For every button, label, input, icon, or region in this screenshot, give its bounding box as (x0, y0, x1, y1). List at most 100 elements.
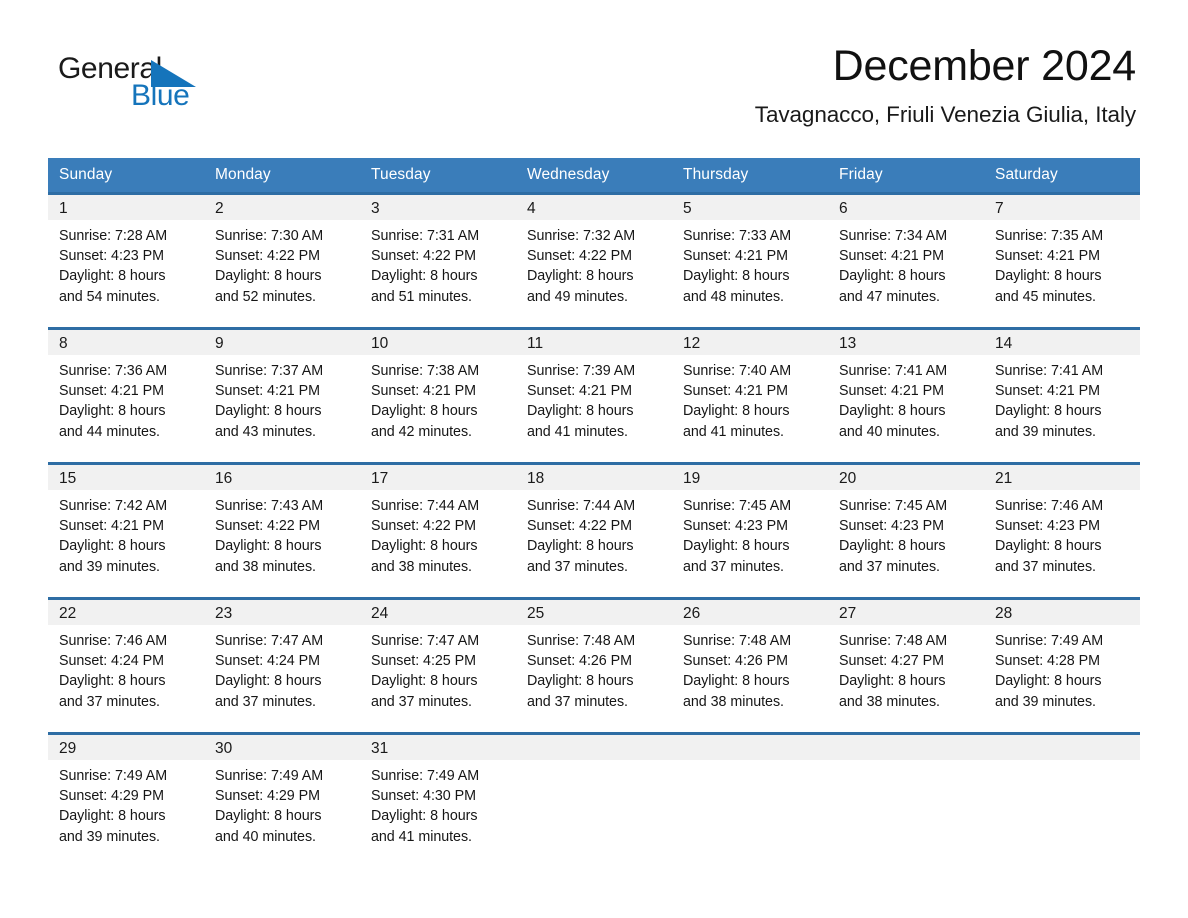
daylight-text-line2: and 37 minutes. (215, 693, 316, 710)
day-cell[interactable]: 26 Sunrise: 7:48 AM Sunset: 4:26 PM Dayligh… (672, 597, 828, 734)
day-cell[interactable]: 2 Sunrise: 7:30 AM Sunset: 4:22 PM Daylight… (204, 192, 360, 329)
daylight-text-line1: Daylight: 8 hours (215, 808, 322, 825)
weekday-header-sunday: Sunday (48, 158, 204, 194)
weekday-header-wednesday: Wednesday (516, 158, 672, 194)
day-cell-empty (984, 732, 1140, 865)
day-cell[interactable]: 27 Sunrise: 7:48 AM Sunset: 4:27 PM Dayligh… (828, 597, 984, 734)
daylight-text-line2: and 43 minutes. (215, 423, 316, 440)
sunset-text: Sunset: 4:26 PM (527, 653, 632, 670)
sunset-text: Sunset: 4:28 PM (995, 653, 1100, 670)
sunset-text: Sunset: 4:21 PM (995, 383, 1100, 400)
day-details: Sunrise: 7:44 AM Sunset: 4:22 PM Daylight:… (360, 490, 516, 577)
daylight-text-line1: Daylight: 8 hours (995, 403, 1102, 420)
daylight-text-line2: and 44 minutes. (59, 423, 160, 440)
day-number: 8 (48, 330, 204, 355)
day-cell[interactable]: 3 Sunrise: 7:31 AM Sunset: 4:22 PM Daylight… (360, 192, 516, 329)
day-cell[interactable]: 13 Sunrise: 7:41 AM Sunset: 4:21 PM Dayligh… (828, 327, 984, 464)
daylight-text-line1: Daylight: 8 hours (527, 268, 634, 285)
sunset-text: Sunset: 4:30 PM (371, 788, 476, 805)
day-number: 26 (672, 600, 828, 625)
daylight-text-line2: and 40 minutes. (215, 828, 316, 845)
day-cell[interactable]: 21 Sunrise: 7:46 AM Sunset: 4:23 PM Dayligh… (984, 462, 1140, 599)
day-cell[interactable]: 5 Sunrise: 7:33 AM Sunset: 4:21 PM Daylight… (672, 192, 828, 329)
day-cell[interactable]: 29 Sunrise: 7:49 AM Sunset: 4:29 PM Dayligh… (48, 732, 204, 865)
day-cell[interactable]: 22 Sunrise: 7:46 AM Sunset: 4:24 PM Dayligh… (48, 597, 204, 734)
daylight-text-line2: and 41 minutes. (683, 423, 784, 440)
daylight-text-line1: Daylight: 8 hours (683, 538, 790, 555)
day-cell[interactable]: 7 Sunrise: 7:35 AM Sunset: 4:21 PM Daylight… (984, 192, 1140, 329)
day-cell[interactable]: 23 Sunrise: 7:47 AM Sunset: 4:24 PM Dayligh… (204, 597, 360, 734)
day-details: Sunrise: 7:49 AM Sunset: 4:29 PM Daylight:… (48, 760, 204, 847)
day-number: 25 (516, 600, 672, 625)
day-details: Sunrise: 7:38 AM Sunset: 4:21 PM Daylight:… (360, 355, 516, 442)
day-details: Sunrise: 7:32 AM Sunset: 4:22 PM Daylight:… (516, 220, 672, 307)
day-cell[interactable]: 15 Sunrise: 7:42 AM Sunset: 4:21 PM Dayligh… (48, 462, 204, 599)
day-cell[interactable]: 11 Sunrise: 7:39 AM Sunset: 4:21 PM Dayligh… (516, 327, 672, 464)
sunset-text: Sunset: 4:21 PM (59, 518, 164, 535)
day-number: 4 (516, 195, 672, 220)
daylight-text-line1: Daylight: 8 hours (59, 673, 166, 690)
calendar-week-row: 22 Sunrise: 7:46 AM Sunset: 4:24 PM Dayligh… (48, 597, 1140, 734)
daylight-text-line1: Daylight: 8 hours (527, 538, 634, 555)
day-details: Sunrise: 7:40 AM Sunset: 4:21 PM Daylight:… (672, 355, 828, 442)
day-number: 31 (360, 735, 516, 760)
daylight-text-line1: Daylight: 8 hours (683, 403, 790, 420)
day-cell[interactable]: 19 Sunrise: 7:45 AM Sunset: 4:23 PM Dayligh… (672, 462, 828, 599)
daylight-text-line1: Daylight: 8 hours (839, 538, 946, 555)
day-number: 17 (360, 465, 516, 490)
daylight-text-line2: and 49 minutes. (527, 288, 628, 305)
sunrise-text: Sunrise: 7:45 AM (839, 498, 948, 514)
weekday-header-thursday: Thursday (672, 158, 828, 194)
sunrise-text: Sunrise: 7:37 AM (215, 363, 324, 379)
day-details: Sunrise: 7:43 AM Sunset: 4:22 PM Daylight:… (204, 490, 360, 577)
day-cell[interactable]: 16 Sunrise: 7:43 AM Sunset: 4:22 PM Dayligh… (204, 462, 360, 599)
title-block: December 2024 Tavagnacco, Friuli Venezia… (754, 43, 1136, 128)
calendar-page: General Blue December 2024 Tavagnacco, F… (0, 0, 1188, 918)
day-cell[interactable]: 10 Sunrise: 7:38 AM Sunset: 4:21 PM Dayligh… (360, 327, 516, 464)
sunrise-text: Sunrise: 7:43 AM (215, 498, 324, 514)
daylight-text-line2: and 38 minutes. (839, 693, 940, 710)
day-number: 20 (828, 465, 984, 490)
calendar-header-row: Sunday Monday Tuesday Wednesday Thursday… (48, 158, 1140, 194)
day-cell[interactable]: 18 Sunrise: 7:44 AM Sunset: 4:22 PM Dayligh… (516, 462, 672, 599)
calendar-week-row: 29 Sunrise: 7:49 AM Sunset: 4:29 PM Dayligh… (48, 732, 1140, 865)
sunset-text: Sunset: 4:21 PM (527, 383, 632, 400)
day-cell[interactable]: 1 Sunrise: 7:28 AM Sunset: 4:23 PM Daylight… (48, 192, 204, 329)
sunrise-text: Sunrise: 7:46 AM (995, 498, 1104, 514)
day-cell[interactable]: 8 Sunrise: 7:36 AM Sunset: 4:21 PM Daylight… (48, 327, 204, 464)
day-cell[interactable]: 12 Sunrise: 7:40 AM Sunset: 4:21 PM Dayligh… (672, 327, 828, 464)
day-cell[interactable]: 17 Sunrise: 7:44 AM Sunset: 4:22 PM Dayligh… (360, 462, 516, 599)
sunset-text: Sunset: 4:29 PM (215, 788, 320, 805)
day-number: 13 (828, 330, 984, 355)
day-details: Sunrise: 7:31 AM Sunset: 4:22 PM Daylight:… (360, 220, 516, 307)
daylight-text-line2: and 41 minutes. (527, 423, 628, 440)
day-cell[interactable]: 6 Sunrise: 7:34 AM Sunset: 4:21 PM Daylight… (828, 192, 984, 329)
day-details: Sunrise: 7:47 AM Sunset: 4:25 PM Daylight:… (360, 625, 516, 712)
daylight-text-line1: Daylight: 8 hours (59, 403, 166, 420)
day-cell[interactable]: 20 Sunrise: 7:45 AM Sunset: 4:23 PM Dayligh… (828, 462, 984, 599)
daylight-text-line1: Daylight: 8 hours (215, 403, 322, 420)
day-cell[interactable]: 24 Sunrise: 7:47 AM Sunset: 4:25 PM Dayligh… (360, 597, 516, 734)
sunrise-text: Sunrise: 7:32 AM (527, 228, 636, 244)
day-cell[interactable]: 25 Sunrise: 7:48 AM Sunset: 4:26 PM Dayligh… (516, 597, 672, 734)
day-cell[interactable]: 28 Sunrise: 7:49 AM Sunset: 4:28 PM Dayligh… (984, 597, 1140, 734)
daylight-text-line1: Daylight: 8 hours (371, 673, 478, 690)
daylight-text-line2: and 51 minutes. (371, 288, 472, 305)
day-cell[interactable]: 4 Sunrise: 7:32 AM Sunset: 4:22 PM Daylight… (516, 192, 672, 329)
sunrise-text: Sunrise: 7:28 AM (59, 228, 168, 244)
day-cell[interactable]: 9 Sunrise: 7:37 AM Sunset: 4:21 PM Daylight… (204, 327, 360, 464)
daylight-text-line2: and 39 minutes. (995, 693, 1096, 710)
day-number: 10 (360, 330, 516, 355)
sunrise-text: Sunrise: 7:36 AM (59, 363, 168, 379)
day-cell[interactable]: 31 Sunrise: 7:49 AM Sunset: 4:30 PM Dayligh… (360, 732, 516, 865)
daylight-text-line1: Daylight: 8 hours (215, 538, 322, 555)
day-details: Sunrise: 7:49 AM Sunset: 4:29 PM Daylight:… (204, 760, 360, 847)
page-subtitle: Tavagnacco, Friuli Venezia Giulia, Italy (754, 102, 1136, 128)
day-cell[interactable]: 14 Sunrise: 7:41 AM Sunset: 4:21 PM Dayligh… (984, 327, 1140, 464)
calendar-table: Sunday Monday Tuesday Wednesday Thursday… (48, 158, 1140, 865)
day-details: Sunrise: 7:45 AM Sunset: 4:23 PM Daylight:… (828, 490, 984, 577)
sunrise-text: Sunrise: 7:41 AM (995, 363, 1104, 379)
day-cell[interactable]: 30 Sunrise: 7:49 AM Sunset: 4:29 PM Dayligh… (204, 732, 360, 865)
daylight-text-line2: and 37 minutes. (839, 558, 940, 575)
day-details (984, 760, 1140, 766)
